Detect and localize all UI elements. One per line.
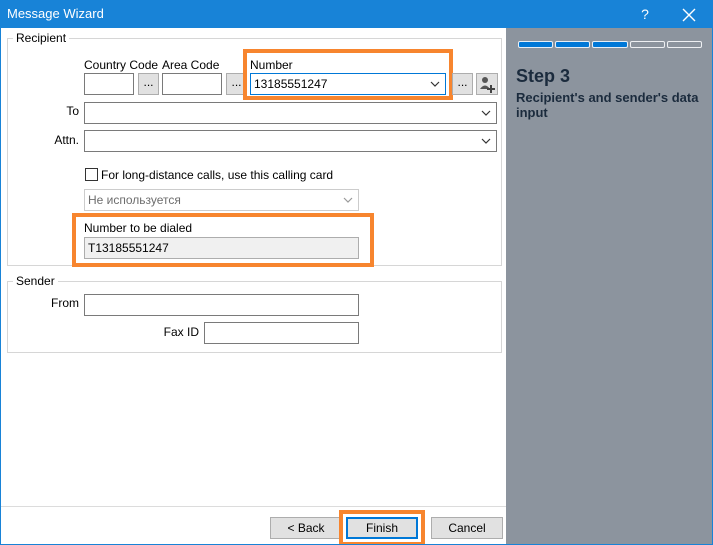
calling-card-checkbox[interactable]	[85, 168, 98, 181]
to-combo[interactable]	[84, 102, 497, 124]
step-title: Step 3	[516, 66, 571, 86]
message-wizard-window: Message Wizard ? Recipient Country Code …	[0, 0, 713, 545]
number-combo[interactable]: 13185551247	[250, 73, 446, 95]
to-label: To	[66, 104, 79, 118]
area-code-input[interactable]	[162, 73, 222, 95]
country-code-browse-button[interactable]: ...	[138, 73, 159, 95]
chevron-down-icon	[481, 138, 491, 144]
dialed-number-field: T13185551247	[84, 237, 359, 259]
help-button[interactable]: ?	[625, 1, 665, 28]
window-title: Message Wizard	[7, 6, 104, 21]
close-button[interactable]	[669, 1, 709, 28]
chevron-down-icon	[430, 81, 440, 87]
from-input[interactable]	[84, 294, 359, 316]
wizard-progress	[518, 41, 703, 48]
cancel-button[interactable]: Cancel	[431, 517, 503, 539]
sender-legend: Sender	[13, 274, 58, 288]
address-book-icon	[480, 77, 495, 93]
calling-card-combo: Не используется	[84, 189, 359, 211]
step-description: Recipient's and sender's data input	[516, 90, 699, 120]
progress-segment-2	[555, 41, 590, 48]
country-code-input[interactable]	[84, 73, 134, 95]
area-code-browse-button[interactable]: ...	[226, 73, 247, 95]
attn-label: Attn.	[54, 133, 79, 147]
attn-combo[interactable]	[84, 130, 497, 152]
from-label: From	[51, 296, 79, 310]
recipient-legend: Recipient	[13, 31, 70, 45]
faxid-label: Fax ID	[163, 325, 199, 339]
back-button[interactable]: < Back	[270, 517, 342, 539]
progress-segment-4	[630, 41, 665, 48]
finish-button[interactable]: Finish	[346, 517, 418, 539]
button-separator	[1, 506, 506, 507]
close-icon	[682, 8, 696, 22]
calling-card-label: For long-distance calls, use this callin…	[101, 168, 334, 182]
address-book-button[interactable]	[476, 73, 498, 95]
faxid-input[interactable]	[204, 322, 359, 344]
number-browse-button[interactable]: ...	[452, 73, 473, 95]
number-value: 13185551247	[254, 77, 328, 91]
chevron-down-icon	[343, 197, 353, 203]
chevron-down-icon	[481, 110, 491, 116]
number-label: Number	[250, 58, 293, 72]
area-code-label: Area Code	[162, 58, 220, 72]
wizard-content: Recipient Country Code ... Area Code ...…	[1, 28, 506, 544]
progress-segment-3	[592, 41, 628, 48]
progress-segment-1	[518, 41, 553, 48]
country-code-label: Country Code	[84, 58, 159, 72]
title-bar: Message Wizard ?	[1, 1, 712, 28]
progress-segment-5	[667, 41, 702, 48]
calling-card-value: Не используется	[88, 193, 181, 207]
dialed-number-label: Number to be dialed	[84, 221, 193, 235]
